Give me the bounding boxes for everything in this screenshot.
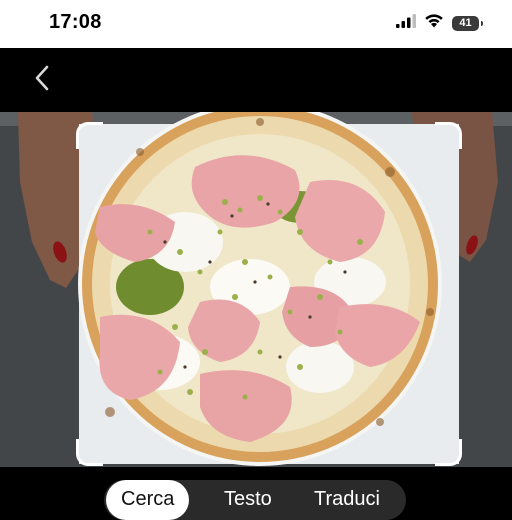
chevron-left-icon	[34, 65, 50, 96]
mode-selector: Cerca Testo Traduci	[104, 480, 406, 520]
status-icons: 41	[396, 13, 483, 33]
battery-icon: 41	[452, 15, 483, 31]
crop-handle-bottom-left[interactable]	[76, 439, 103, 466]
wifi-icon	[424, 13, 444, 33]
crop-handle-bottom-right[interactable]	[435, 439, 462, 466]
back-button[interactable]	[25, 62, 59, 98]
status-bar: 17:08 41	[0, 0, 512, 48]
crop-handle-top-left[interactable]	[76, 122, 103, 149]
cellular-signal-icon	[396, 13, 416, 33]
crop-handle-top-right[interactable]	[435, 122, 462, 149]
crop-frame[interactable]	[76, 122, 462, 466]
tab-testo[interactable]: Testo	[224, 480, 272, 520]
tab-traduci[interactable]: Traduci	[314, 480, 380, 520]
top-nav-bar	[0, 48, 512, 112]
bottom-toolbar: Cerca Testo Traduci	[0, 467, 512, 520]
tab-cerca[interactable]: Cerca	[106, 480, 190, 520]
status-time: 17:08	[49, 11, 102, 33]
